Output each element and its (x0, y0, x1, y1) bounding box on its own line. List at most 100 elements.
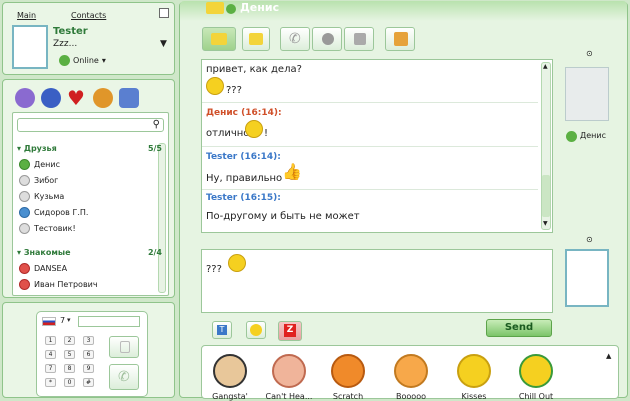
phone-number-input[interactable] (78, 316, 140, 327)
keypad-key[interactable]: 1 (45, 336, 56, 345)
group-count: 2/4 (147, 248, 162, 257)
contact-info-button[interactable] (312, 27, 342, 51)
service-tabs: ♥ (11, 84, 143, 110)
smile-item[interactable]: Gangsta' (206, 354, 254, 401)
nudge-button[interactable]: Z (278, 321, 302, 341)
keypad-key[interactable]: 4 (45, 350, 56, 359)
phone-box: 7 ▾ 1 2 3 4 5 6 7 8 9 * 0 # ✆ (36, 311, 148, 397)
menu-icon[interactable] (159, 8, 169, 18)
message-text: отлично (206, 128, 250, 139)
scrollbar[interactable]: ▲ ▼ (541, 62, 551, 230)
sms-button[interactable] (242, 27, 270, 51)
history-button[interactable] (344, 27, 374, 51)
call-button[interactable] (109, 336, 139, 358)
tab-contacts[interactable]: Contacts (71, 11, 106, 20)
keypad-key[interactable]: 2 (64, 336, 75, 345)
keypad-key[interactable]: 9 (83, 364, 94, 373)
contact-name: Сидоров Г.П. (34, 207, 89, 217)
text-format-button[interactable]: T (212, 321, 232, 339)
chevron-down-icon[interactable]: ▾ (67, 316, 71, 324)
my-avatar-panel: ⊙ (560, 235, 622, 315)
keypad-key[interactable]: 8 (64, 364, 75, 373)
heart-icon[interactable]: ♥ (67, 86, 85, 110)
globe-icon[interactable] (93, 88, 113, 108)
smile-item[interactable]: Scratch (324, 354, 372, 401)
scrollbar[interactable] (158, 143, 166, 293)
message-text: По-другому и быть не может (206, 211, 360, 222)
hangup-button[interactable]: ✆ (109, 364, 139, 390)
chill-out-smile-icon (519, 354, 553, 388)
send-button[interactable]: Send (486, 319, 552, 337)
user-status-text[interactable]: Zzz... (53, 39, 77, 49)
country-code[interactable]: 7 (60, 316, 65, 325)
keypad-key[interactable]: * (45, 378, 56, 387)
keypad-key[interactable]: 7 (45, 364, 56, 373)
robot-icon[interactable] (119, 88, 139, 108)
scroll-thumb[interactable] (542, 175, 550, 217)
collapse-icon[interactable]: ⊙ (586, 49, 593, 58)
group-count: 5/5 (147, 144, 162, 153)
collapse-icon[interactable]: ⊙ (586, 235, 593, 244)
message-text: Ну, правильно (206, 173, 283, 184)
smile-icon (228, 254, 246, 272)
message-extra: ! (264, 128, 269, 139)
message-history: привет, как дела? ??? Денис (16:14): отл… (201, 59, 553, 233)
user-icon (322, 33, 334, 45)
list-item[interactable]: Иван Петрович (19, 277, 98, 291)
contacts-list: ⚲ ▾ Друзья 5/5 Денис Зибог Кузьма Сидоров… (12, 112, 169, 296)
user-panel: Main Contacts Tester Zzz... Online ▾ ▼ (2, 2, 175, 75)
offline-icon (19, 174, 30, 186)
message-input[interactable]: ??? (201, 249, 553, 313)
list-item[interactable]: Тестовик! (19, 221, 76, 235)
search-icon[interactable]: ⚲ (153, 119, 160, 130)
keypad-key[interactable]: 6 (83, 350, 94, 359)
message-icon (211, 33, 227, 45)
search-input[interactable] (18, 119, 146, 131)
thumbs-up-icon: 👍 (282, 162, 302, 181)
message-tab-button[interactable] (202, 27, 236, 51)
clover-icon (19, 158, 30, 170)
smile-item[interactable]: Can't Hea... (265, 354, 313, 401)
partner-avatar[interactable] (565, 67, 609, 121)
group-name: Друзья (23, 144, 57, 153)
keypad-key[interactable]: # (83, 378, 94, 387)
nudge-icon: Z (284, 324, 296, 337)
chevron-up-icon[interactable]: ▲ (543, 63, 548, 70)
smiles-button[interactable] (246, 321, 266, 339)
chevron-down-icon[interactable]: ▼ (160, 39, 167, 49)
avatar[interactable] (12, 25, 48, 69)
keypad-key[interactable]: 5 (64, 350, 75, 359)
smile-item[interactable]: Booooo (387, 354, 435, 401)
chat-icon[interactable] (15, 88, 35, 108)
message-text: привет, как дела? (206, 64, 302, 75)
smile-item[interactable]: Chill Out (512, 354, 560, 401)
flower-red-icon (19, 278, 30, 290)
list-item[interactable]: Кузьма (19, 189, 64, 203)
list-item[interactable]: Сидоров Г.П. (19, 205, 88, 219)
text-format-icon: T (217, 325, 227, 335)
contacts-panel: ♥ ⚲ ▾ Друзья 5/5 Денис Зибог Кузьма Сидор… (2, 79, 175, 298)
keypad-key[interactable]: 3 (83, 336, 94, 345)
chevron-up-icon[interactable]: ▲ (606, 352, 611, 360)
list-item[interactable]: Зибог (19, 173, 58, 187)
left-tabs: Main Contacts (7, 6, 175, 22)
keypad-key[interactable]: 0 (64, 378, 75, 387)
search-box[interactable]: ⚲ (17, 118, 164, 132)
smile-icon (250, 324, 262, 336)
call-button[interactable]: ✆ (280, 27, 310, 51)
group-header[interactable]: ▾ Друзья 5/5 (17, 144, 162, 153)
list-item[interactable]: DANSEA (19, 261, 67, 275)
list-item[interactable]: Денис (19, 157, 60, 171)
file-transfer-button[interactable] (385, 27, 415, 51)
smile-item[interactable]: Kisses (450, 354, 498, 401)
group-header[interactable]: ▾ Знакомые 2/4 (17, 248, 162, 257)
offline-icon (19, 222, 30, 234)
icq-icon (19, 206, 30, 218)
mailru-icon[interactable] (41, 88, 61, 108)
my-avatar[interactable] (565, 249, 609, 307)
status-selector[interactable]: Online ▾ (59, 55, 106, 66)
smile-icon (206, 77, 224, 95)
tab-main[interactable]: Main (17, 11, 36, 20)
flag-ru-icon[interactable] (42, 317, 56, 326)
chevron-down-icon[interactable]: ▼ (543, 220, 548, 227)
